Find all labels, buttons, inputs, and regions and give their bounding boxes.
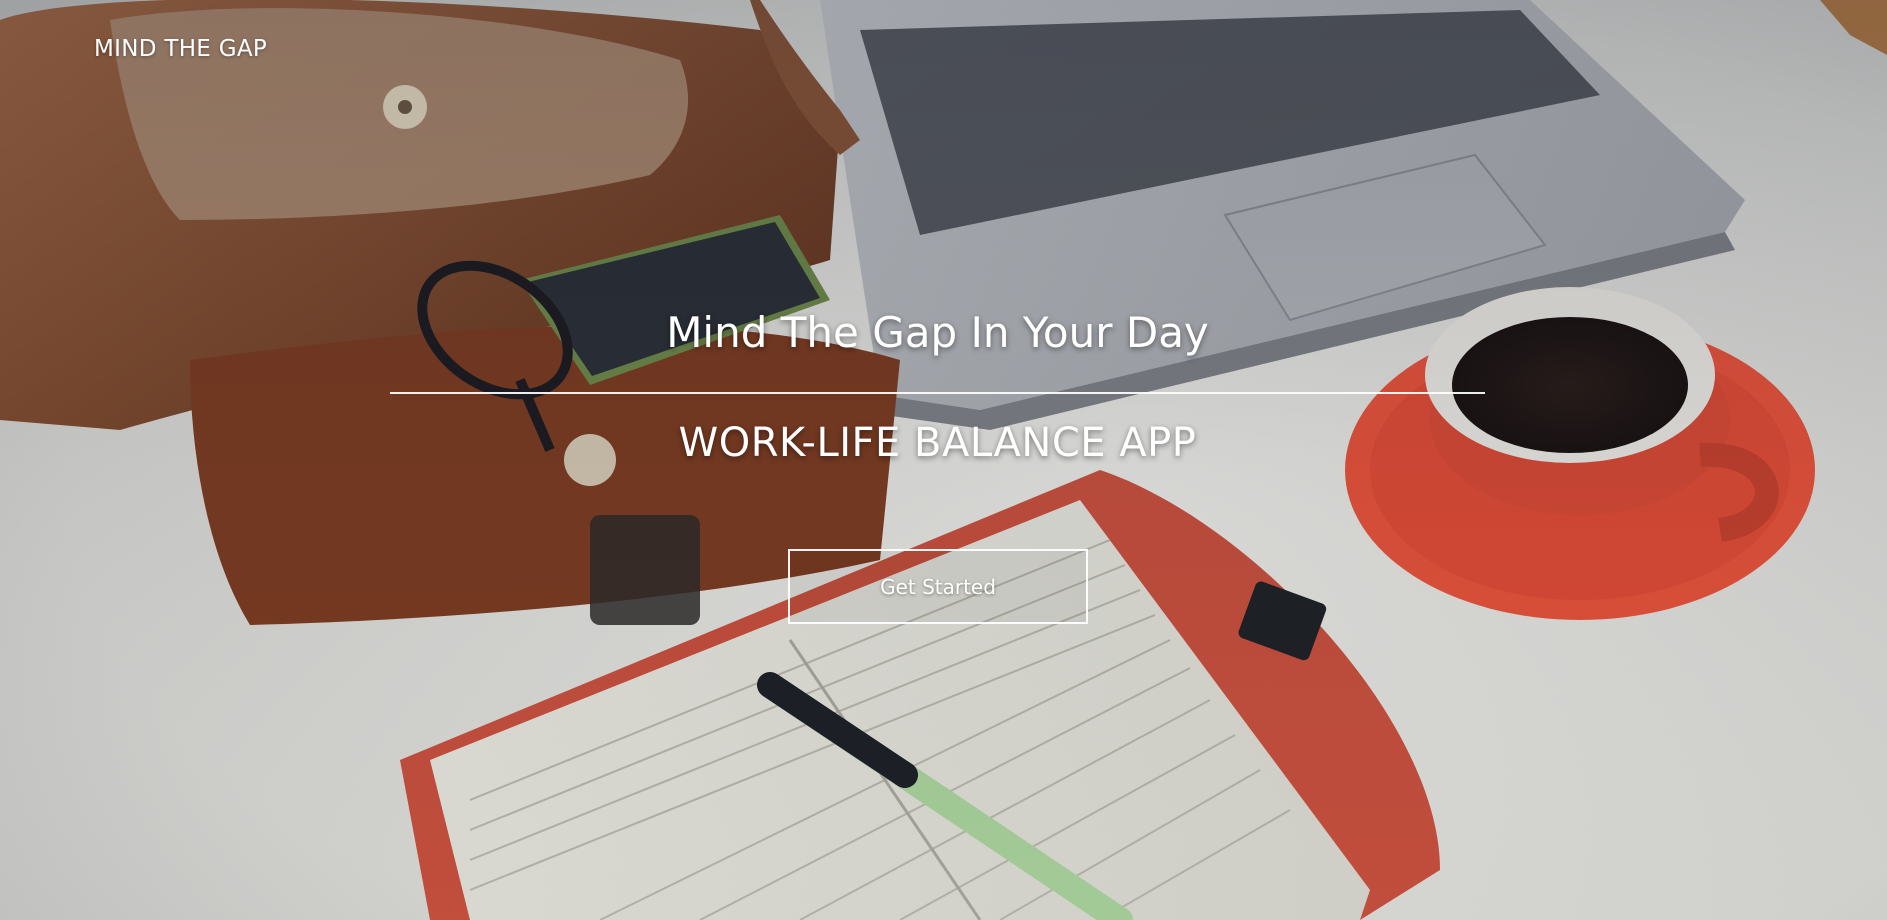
hero-subtitle: WORK-LIFE BALANCE APP xyxy=(678,420,1197,466)
brand-logo-text[interactable]: MIND THE GAP xyxy=(94,36,267,62)
hero-divider xyxy=(390,392,1485,394)
hero-title: Mind The Gap In Your Day xyxy=(666,308,1209,357)
get-started-label: Get Started xyxy=(880,574,996,599)
hero-section: MIND THE GAP Mind The Gap In Your Day WO… xyxy=(0,0,1887,920)
get-started-button[interactable]: Get Started xyxy=(788,549,1088,624)
